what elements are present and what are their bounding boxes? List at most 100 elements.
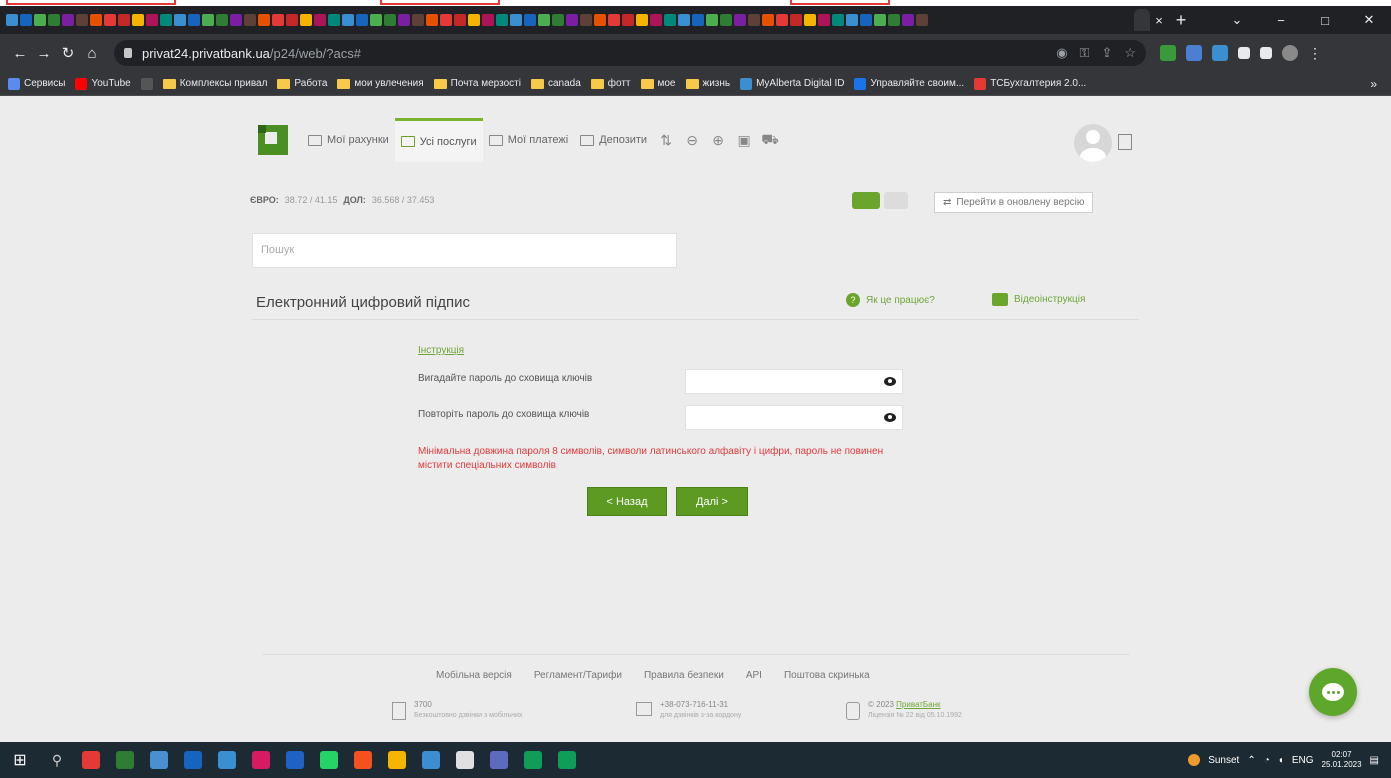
new-version-button[interactable]: ⇄ Перейти в оновлену версію [934,192,1094,213]
tab-favicon[interactable] [356,14,368,26]
taskbar-app-icon[interactable] [482,742,516,778]
google-lens-icon[interactable]: ◉ [1056,45,1067,61]
bookmark-item[interactable]: фотт [590,78,631,89]
nav-all-services[interactable]: Усі послуги [394,118,483,162]
taskbar-app-icon[interactable] [108,742,142,778]
taskbar-app-icon[interactable] [380,742,414,778]
profile-avatar-icon[interactable] [1282,45,1298,61]
tab-favicon[interactable] [160,14,172,26]
tab-favicon[interactable] [412,14,424,26]
tab-favicon[interactable] [888,14,900,26]
windows-start-icon[interactable]: ⊞ [0,750,40,770]
home-icon[interactable]: ⌂ [80,45,104,62]
tab-favicon[interactable] [300,14,312,26]
tab-favicon[interactable] [104,14,116,26]
share-icon[interactable]: ⇪ [1101,45,1112,61]
search-icon[interactable]: ⚲ [40,752,74,769]
tab-favicon[interactable] [174,14,186,26]
bookmark-item[interactable]: Управляйте своим... [854,77,964,90]
tab-favicon[interactable] [692,14,704,26]
clock[interactable]: 02:07 25.01.2023 [1322,750,1362,770]
video-instruction-link[interactable]: Відеоінструкція [992,293,1085,306]
tab-favicon[interactable] [636,14,648,26]
nav-deposits[interactable]: Депозити [574,118,653,162]
tab-favicon[interactable] [776,14,788,26]
tab-favicon[interactable] [846,14,858,26]
tab-favicon[interactable] [216,14,228,26]
currency-exchange-icon[interactable]: ⇅ [653,127,679,153]
tab-favicon[interactable] [286,14,298,26]
tab-favicon[interactable] [538,14,550,26]
tab-favicon[interactable] [566,14,578,26]
tab-favicon[interactable] [440,14,452,26]
search-input[interactable]: Пошук [252,233,677,268]
tab-favicon[interactable] [34,14,46,26]
tab-favicon[interactable] [146,14,158,26]
taskbar-app-icon[interactable] [516,742,550,778]
instruction-link[interactable]: Інструкція [418,345,464,356]
tab-favicon[interactable] [76,14,88,26]
tab-favicon[interactable] [524,14,536,26]
reload-icon[interactable]: ↻ [56,44,80,62]
next-button[interactable]: Далі > [676,487,748,516]
tab-favicon[interactable] [496,14,508,26]
tab-favicon[interactable] [328,14,340,26]
footer-link[interactable]: API [746,670,762,681]
side-panel-icon[interactable] [1260,47,1272,59]
tab-favicon[interactable] [258,14,270,26]
chevron-up-icon[interactable]: ⌃ [1247,755,1255,766]
tab-favicon[interactable] [6,14,18,26]
tab-favicon[interactable] [230,14,242,26]
tab-favicon[interactable] [510,14,522,26]
tab-favicon[interactable] [608,14,620,26]
footer-link[interactable]: Поштова скринька [784,670,870,681]
tab-favicon[interactable] [650,14,662,26]
tab-favicon[interactable] [916,14,928,26]
tab-favicon[interactable] [832,14,844,26]
taskbar-app-icon[interactable] [312,742,346,778]
tab-favicon[interactable] [580,14,592,26]
bookmark-item[interactable]: Сервисы [8,77,65,90]
cashback-icon[interactable]: ▣ [731,127,757,153]
taskbar-app-icon[interactable] [346,742,380,778]
taskbar-app-icon[interactable] [142,742,176,778]
extension-icon[interactable] [1212,45,1228,61]
tab-favicon[interactable] [622,14,634,26]
bookmark-item[interactable]: canada [530,78,581,89]
back-arrow-icon[interactable]: ← [8,45,32,62]
taskbar-app-icon[interactable] [550,742,584,778]
bookmark-item[interactable]: TCБухгалтерия 2.0... [974,77,1086,90]
weather-label[interactable]: Sunset [1208,755,1239,766]
nav-my-accounts[interactable]: Мої рахунки [302,118,395,162]
personal-toggle[interactable] [852,192,880,209]
tab-favicon[interactable] [762,14,774,26]
tab-favicon[interactable] [594,14,606,26]
network-icon[interactable]: ◔ [1264,755,1270,766]
tab-favicon[interactable] [370,14,382,26]
bank-link[interactable]: ПриватБанк [896,700,940,709]
bookmark-item[interactable] [140,77,153,90]
tab-favicon[interactable] [90,14,102,26]
taskbar-app-icon[interactable] [210,742,244,778]
taskbar-app-icon[interactable] [414,742,448,778]
tab-favicon[interactable] [342,14,354,26]
bookmark-item[interactable]: мои увлечения [337,78,424,89]
bookmark-item[interactable]: YouTube [75,77,131,90]
tab-favicon[interactable] [664,14,676,26]
show-password-icon[interactable] [884,413,896,422]
bookmarks-overflow-icon[interactable]: » [1370,77,1391,91]
tab-favicon[interactable] [48,14,60,26]
tab-favicon[interactable] [678,14,690,26]
user-avatar[interactable] [1074,124,1112,162]
business-toggle[interactable] [884,192,908,209]
tab-favicon[interactable] [272,14,284,26]
tab-favicon[interactable] [748,14,760,26]
tab-favicon[interactable] [734,14,746,26]
taskbar-app-icon[interactable] [278,742,312,778]
taskbar-app-icon[interactable] [244,742,278,778]
tab-favicon[interactable] [426,14,438,26]
notifications-icon[interactable]: ▤ [1370,755,1379,766]
tab-favicons[interactable] [0,14,1130,26]
tab-favicon[interactable] [818,14,830,26]
show-password-icon[interactable] [884,377,896,386]
